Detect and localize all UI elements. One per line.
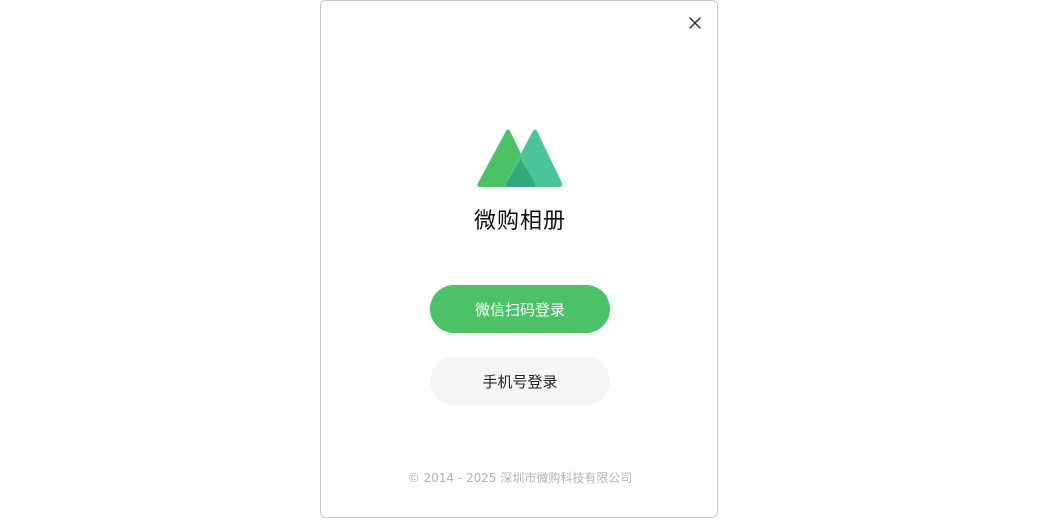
login-dialog: 微购相册 微信扫码登录 手机号登录 © 2014 - 2025 深圳市微购科技有… — [320, 0, 718, 518]
phone-login-button[interactable]: 手机号登录 — [430, 357, 610, 405]
background: 微购相册 微信扫码登录 手机号登录 © 2014 - 2025 深圳市微购科技有… — [0, 0, 1040, 520]
app-logo — [475, 128, 565, 188]
app-title: 微购相册 — [473, 209, 566, 234]
twin-triangle-logo-icon — [477, 129, 563, 187]
copyright-text: © 2014 - 2025 深圳市微购科技有限公司 — [407, 471, 633, 485]
wechat-scan-login-button[interactable]: 微信扫码登录 — [430, 285, 610, 333]
close-button[interactable] — [685, 13, 705, 33]
close-icon — [689, 17, 701, 29]
